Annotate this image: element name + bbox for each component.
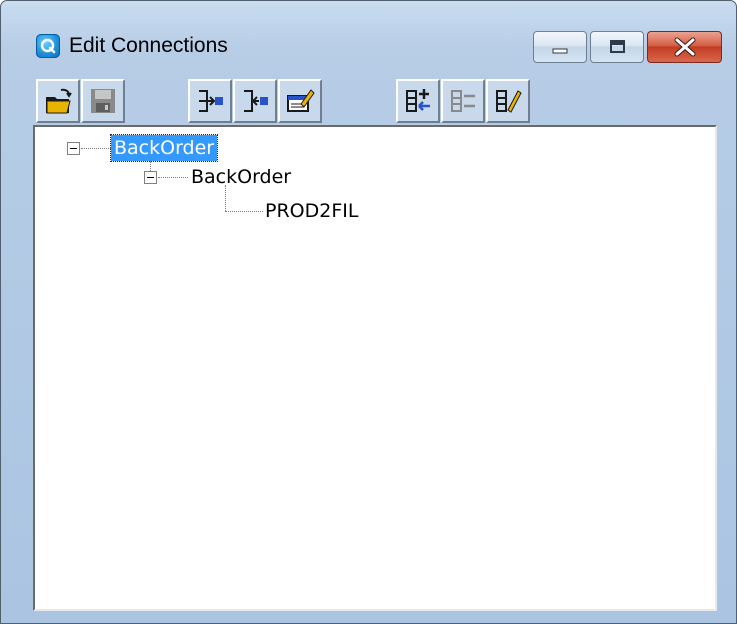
tree-connector [225,211,263,212]
remove-table-button[interactable] [441,79,485,123]
connections-tree[interactable]: BackOrder BackOrder PROD2FIL [33,125,717,611]
tree-node-leaf[interactable]: PROD2FIL [265,198,358,224]
open-folder-icon [46,88,72,114]
tree-node-child[interactable]: BackOrder [191,164,291,190]
edit-connections-window: Edit Connections BackOrder BackOrder PRO… [0,0,737,624]
open-button[interactable] [36,79,80,123]
tree-connector [225,185,226,211]
add-connection-icon [199,90,223,112]
add-table-icon [406,89,430,112]
tree-connector [81,148,111,149]
save-icon [91,89,115,113]
edit-connection-button[interactable] [278,79,322,123]
edit-table-button[interactable] [486,79,530,123]
save-button[interactable] [81,79,125,123]
edit-connection-icon [287,89,315,112]
remove-connection-button[interactable] [233,79,277,123]
close-button[interactable] [647,31,722,63]
minimize-button[interactable] [533,31,587,63]
title-bar[interactable]: Edit Connections [1,1,736,63]
window-title: Edit Connections [69,34,228,57]
maximize-button[interactable] [590,31,644,63]
add-table-button[interactable] [396,79,440,123]
maximize-icon [610,40,625,53]
remove-connection-icon [244,90,268,112]
tree-connector [158,177,188,178]
close-icon [674,37,696,57]
collapse-child-icon[interactable] [144,171,157,184]
qlik-q-icon [36,34,60,58]
tree-connector [150,161,151,171]
add-connection-button[interactable] [188,79,232,123]
remove-table-icon [451,90,475,112]
edit-table-icon [496,90,522,113]
minimize-icon [552,48,568,54]
toolbar [29,77,714,123]
tree-node-root[interactable]: BackOrder [109,134,219,162]
collapse-root-icon[interactable] [67,142,80,155]
